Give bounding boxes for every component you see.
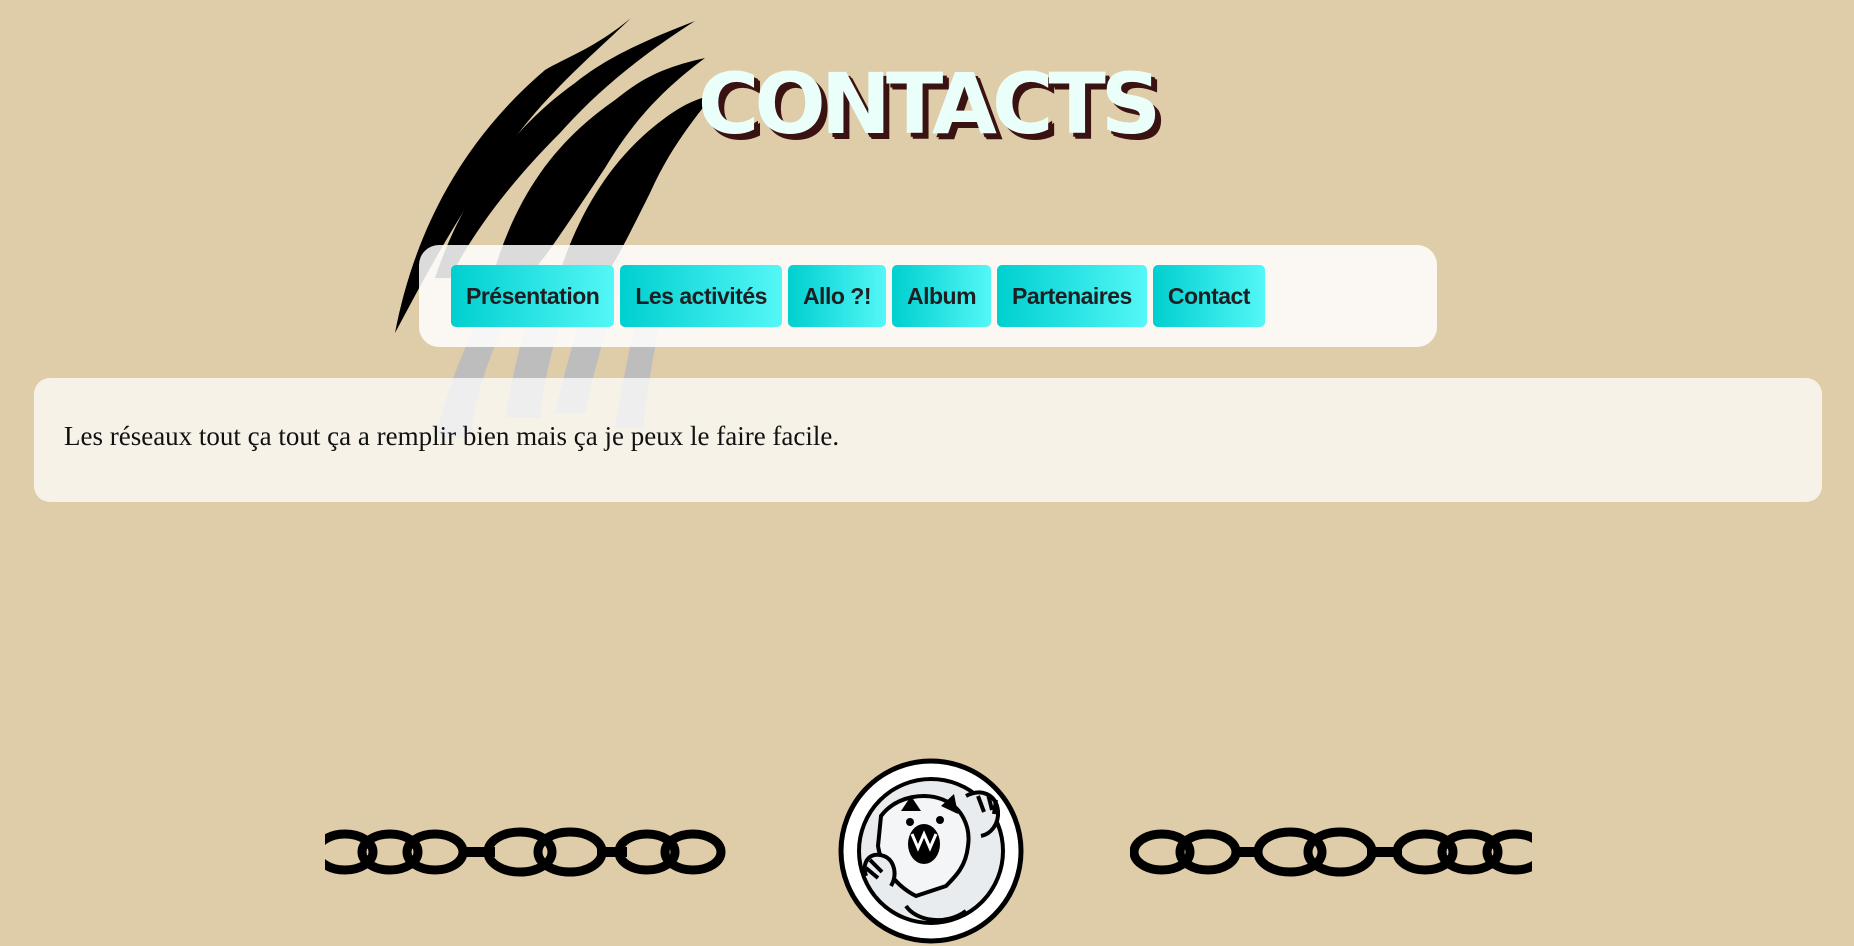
chain-left-icon bbox=[325, 827, 726, 877]
chain-right-icon bbox=[1130, 827, 1532, 877]
bear-emblem-icon bbox=[838, 758, 1024, 944]
nav-item-allo[interactable]: Allo ?! bbox=[787, 265, 886, 327]
page-title: CONTACTS bbox=[697, 55, 1162, 153]
nav-item-contact[interactable]: Contact bbox=[1152, 265, 1265, 327]
main-nav: Présentation Les activités Allo ?! Album… bbox=[419, 245, 1437, 347]
content-card: Les réseaux tout ça tout ça a remplir bi… bbox=[34, 378, 1822, 502]
content-text: Les réseaux tout ça tout ça a remplir bi… bbox=[64, 421, 840, 451]
nav-item-album[interactable]: Album bbox=[891, 265, 992, 327]
nav-item-activites[interactable]: Les activités bbox=[620, 265, 782, 327]
nav-item-partenaires[interactable]: Partenaires bbox=[997, 265, 1147, 327]
nav-item-presentation[interactable]: Présentation bbox=[451, 265, 615, 327]
